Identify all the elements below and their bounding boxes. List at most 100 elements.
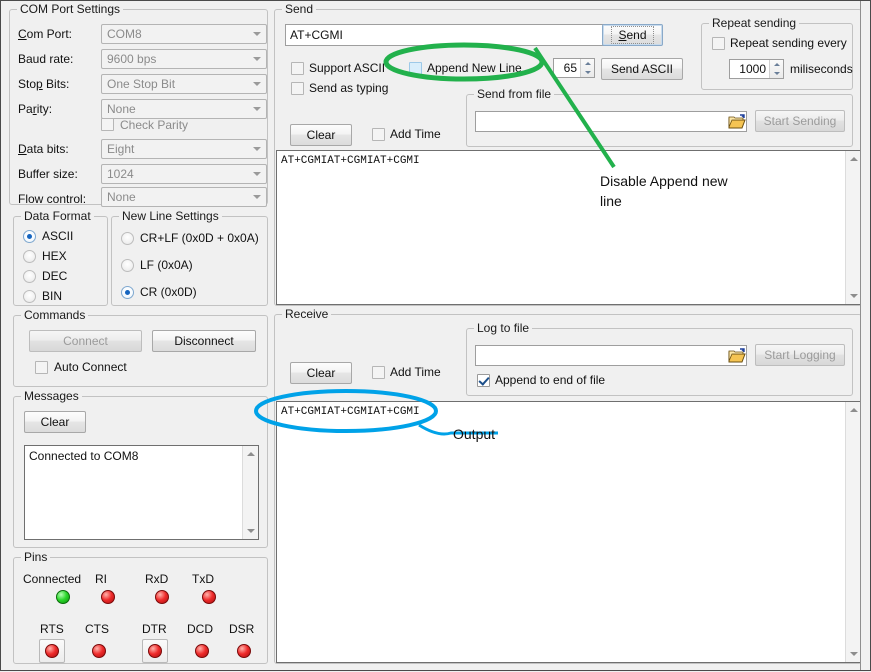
connect-button[interactable]: Connect [29,330,142,352]
data-bits-value: Eight [107,142,134,156]
stop-bits-select[interactable]: One Stop Bit [101,74,267,94]
parity-value: None [107,102,136,116]
auto-connect-label: Auto Connect [54,360,127,374]
buffer-size-label: Buffer size: [18,167,78,181]
spinner-arrows[interactable] [580,59,594,77]
send-clear-button[interactable]: Clear [290,124,352,146]
spinner-up-icon[interactable] [770,60,783,69]
ascii-code-value: 65 [554,61,580,75]
scroll-down-icon[interactable] [243,523,259,539]
pin-led-dsr [237,644,251,658]
send-from-file-path-input[interactable] [475,111,747,132]
commands-group: Commands Connect Disconnect Auto Connect [13,315,268,387]
start-logging-button[interactable]: Start Logging [755,344,845,366]
chevron-down-icon [253,82,261,86]
send-as-typing-checkbox[interactable] [291,82,304,95]
messages-clear-button[interactable]: Clear [24,411,86,433]
parity-select[interactable]: None [101,99,267,119]
connect-button-label: Connect [63,334,108,348]
repeat-sending-checkbox[interactable] [712,37,725,50]
pin-led-dtr [148,644,162,658]
buffer-size-select[interactable]: 1024 [101,164,267,184]
repeat-interval-spinner[interactable]: 1000 [729,59,784,79]
append-to-end-checkbox[interactable] [477,374,490,387]
com-port-select[interactable]: COM8 [101,24,267,44]
receive-add-time-checkbox[interactable] [372,366,385,379]
messages-clear-label: Clear [41,415,70,429]
radio-label-crlf: CR+LF (0x0D + 0x0A) [140,231,259,245]
data-bits-label: Data bits: [18,142,69,156]
messages-log-text: Connected to COM8 [29,449,240,463]
chevron-down-icon [253,32,261,36]
radio-newline-crlf[interactable] [121,232,134,245]
flow-control-select[interactable]: None [101,187,267,207]
pin-led-connected [56,590,70,604]
start-logging-label: Start Logging [764,348,835,362]
auto-connect-checkbox[interactable] [35,361,48,374]
send-add-time-label: Add Time [390,127,441,141]
spinner-up-icon[interactable] [581,59,594,68]
repeat-sending-title: Repeat sending [709,16,799,30]
support-ascii-checkbox[interactable] [291,62,304,75]
radio-label-dec: DEC [42,269,67,283]
radio-label-lf: LF (0x0A) [140,258,193,272]
append-new-line-checkbox[interactable] [409,62,422,75]
serial-terminal-window: COM Port Settings Com Port: COM8 Baud ra… [0,0,871,671]
data-bits-select[interactable]: Eight [101,139,267,159]
receive-log-text: AT+CGMIAT+CGMIAT+CGMI [281,405,843,419]
new-line-settings-title: New Line Settings [119,209,222,223]
repeat-units-label: miliseconds [790,62,853,76]
spinner-down-icon[interactable] [581,68,594,77]
check-parity-checkbox[interactable] [101,118,114,131]
radio-data-format-hex[interactable] [23,250,36,263]
send-log-area[interactable]: AT+CGMIAT+CGMIAT+CGMI [276,150,862,305]
stop-bits-label: Stop Bits: [18,77,69,91]
new-line-settings-group: New Line Settings CR+LF (0x0D + 0x0A) LF… [111,216,268,306]
send-as-typing-label: Send as typing [309,81,388,95]
radio-label-bin: BIN [42,289,62,303]
start-sending-button[interactable]: Start Sending [755,110,845,132]
folder-open-icon[interactable] [728,348,746,364]
send-ascii-button[interactable]: Send ASCII [601,58,683,80]
disconnect-button[interactable]: Disconnect [152,330,256,352]
log-to-file-path-input[interactable] [475,345,747,366]
annotation-disable-append-line2: line [600,191,622,211]
append-new-line-label: Append New Line [427,61,522,75]
send-command-input[interactable]: AT+CGMI [285,24,605,46]
messages-log-area[interactable]: Connected to COM8 [24,445,259,540]
receive-clear-button[interactable]: Clear [290,362,352,384]
send-clear-label: Clear [307,128,336,142]
flow-control-value: None [107,190,136,204]
spinner-arrows[interactable] [769,60,783,78]
chevron-down-icon [253,147,261,151]
repeat-interval-value: 1000 [730,62,769,76]
radio-newline-cr[interactable] [121,286,134,299]
pin-label-dtr: DTR [142,622,167,636]
radio-newline-lf[interactable] [121,259,134,272]
spinner-down-icon[interactable] [770,69,783,78]
receive-log-area[interactable]: AT+CGMIAT+CGMIAT+CGMI [276,401,862,663]
receive-log-scrollbar[interactable] [845,402,861,662]
data-format-group: Data Format ASCII HEX DEC BIN [13,216,108,306]
check-parity-label: Check Parity [120,118,188,132]
com-port-value: COM8 [107,27,142,41]
chevron-down-icon [253,172,261,176]
radio-label-hex: HEX [42,249,67,263]
baud-rate-select[interactable]: 9600 bps [101,49,267,69]
send-log-text: AT+CGMIAT+CGMIAT+CGMI [281,154,843,168]
log-to-file-title: Log to file [474,321,532,335]
radio-data-format-bin[interactable] [23,290,36,303]
send-log-scrollbar[interactable] [845,151,861,304]
radio-data-format-ascii[interactable] [23,230,36,243]
com-port-settings-group: COM Port Settings Com Port: COM8 Baud ra… [9,9,268,205]
messages-scrollbar[interactable] [242,446,258,539]
scroll-up-icon[interactable] [243,446,259,462]
send-add-time-checkbox[interactable] [372,128,385,141]
send-button[interactable]: Send [602,24,663,46]
pin-label-rxd: RxD [145,572,168,586]
data-format-title: Data Format [21,209,94,223]
baud-rate-value: 9600 bps [107,52,156,66]
ascii-code-spinner[interactable]: 65 [553,58,595,78]
folder-open-icon[interactable] [728,114,746,130]
radio-data-format-dec[interactable] [23,270,36,283]
